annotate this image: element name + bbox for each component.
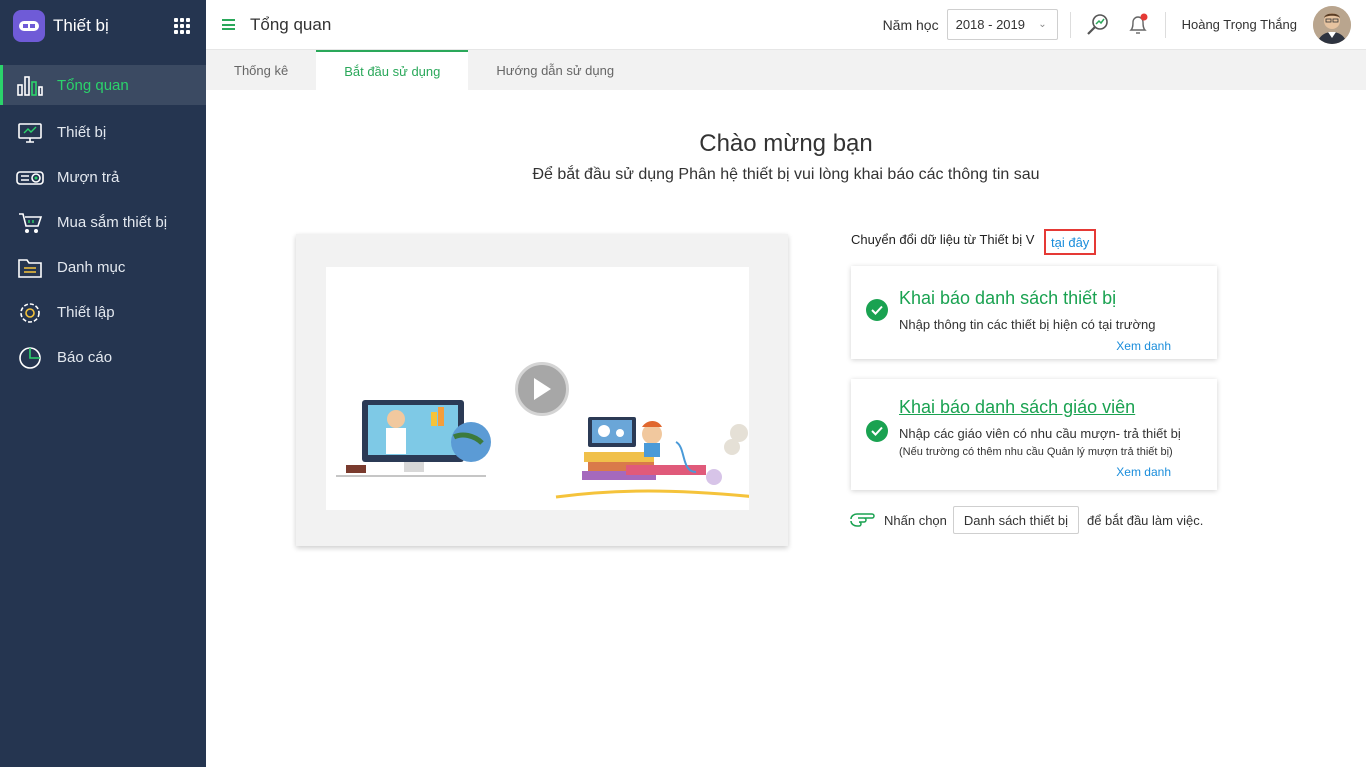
tab-thong-ke[interactable]: Thống kê [206, 50, 316, 90]
teacher-list-view-link[interactable]: Xem danh [1116, 465, 1171, 479]
welcome-subtitle: Để bắt đầu sử dụng Phân hệ thiết bị vui … [532, 166, 1040, 183]
teacher-list-note: (Nếu trường có thêm nhu cầu Quản lý mượn… [899, 446, 1173, 458]
sidebar-item-thiet-lap[interactable]: Thiết lập [0, 290, 206, 335]
year-select-value: 2018 - 2019 [955, 17, 1025, 32]
teacher-list-title[interactable]: Khai báo danh sách giáo viên [899, 397, 1135, 418]
play-button[interactable] [515, 362, 569, 416]
sidebar-item-label: Báo cáo [57, 349, 113, 366]
sidebar-item-mua-sam[interactable]: Mua sắm thiết bị [0, 200, 206, 245]
equipment-list-view-link[interactable]: Xem danh [1116, 339, 1171, 353]
welcome-title: Chào mừng bạn [699, 130, 873, 157]
check-circle-icon [866, 420, 888, 442]
main-content: Chào mừng bạn Để bắt đầu sử dụng Phân hệ… [206, 90, 1366, 767]
divider [1069, 11, 1071, 38]
avatar[interactable] [1313, 5, 1351, 44]
play-icon [534, 378, 551, 400]
sidebar-nav: Tổng quan Thiết bị Mượn trả Mua sắm thiế… [0, 65, 206, 380]
tab-bat-dau-su-dung[interactable]: Bắt đầu sử dụng [316, 50, 469, 90]
hint-suffix: để bắt đầu làm việc. [1086, 512, 1204, 528]
equipment-list-title[interactable]: Khai báo danh sách thiết bị [899, 288, 1116, 309]
sidebar-item-label: Mượn trả [57, 169, 120, 186]
sidebar-item-label: Thiết lập [57, 304, 115, 321]
sidebar-item-label: Thiết bị [57, 124, 107, 141]
equipment-list-card: Khai báo danh sách thiết bị Nhập thông t… [851, 266, 1217, 359]
check-circle-icon [866, 299, 888, 321]
sidebar-item-thiet-bi[interactable]: Thiết bị [0, 110, 206, 155]
search-chart-icon[interactable] [1083, 10, 1113, 40]
pie-chart-icon [16, 345, 44, 371]
user-name[interactable]: Hoàng Trọng Thắng [1182, 17, 1297, 32]
bar-chart-icon [16, 72, 44, 98]
year-label: Năm học [882, 16, 939, 33]
sidebar-item-danh-muc[interactable]: Danh mục [0, 245, 206, 290]
app-logo-icon [13, 10, 45, 42]
bell-icon[interactable] [1123, 10, 1153, 40]
projector-icon [16, 165, 44, 191]
gear-icon [16, 300, 44, 326]
intro-video[interactable] [326, 267, 749, 510]
divider [1164, 11, 1166, 38]
hint-prefix: Nhấn chọn [884, 512, 947, 528]
start-hint: Nhấn chọn Danh sách thiết bị để bắt đầu … [848, 506, 1203, 534]
folder-icon [16, 255, 44, 281]
tab-huong-dan-su-dung[interactable]: Hướng dẫn sử dụng [468, 50, 642, 90]
chevron-down-icon: ⌄ [1038, 19, 1047, 30]
teacher-list-card: Khai báo danh sách giáo viên Nhập các gi… [851, 379, 1217, 490]
sidebar-item-label: Mua sắm thiết bị [57, 214, 168, 231]
page-title: Tổng quan [250, 14, 332, 34]
teacher-list-desc: Nhập các giáo viên có nhu cầu mượn- trả … [899, 426, 1181, 441]
sidebar: Thiết bị Tổng quan Thiết bị Mượn trả Mua… [0, 0, 206, 767]
convert-text: Chuyển đổi dữ liệu từ Thiết bị V [851, 232, 1035, 247]
apps-grid-icon[interactable] [174, 18, 190, 34]
intro-video-card [296, 234, 788, 546]
brand: Thiết bị [0, 0, 206, 52]
convert-link[interactable]: tại đây [1044, 229, 1097, 255]
equipment-list-desc: Nhập thông tin các thiết bị hiện có tại … [899, 317, 1156, 332]
menu-icon[interactable] [222, 19, 235, 30]
top-bar: Tổng quan Năm học 2018 - 2019 ⌄ Hoàng Tr… [206, 0, 1366, 50]
sidebar-item-muon-tra[interactable]: Mượn trả [0, 155, 206, 200]
pointing-hand-icon [850, 513, 875, 527]
sidebar-item-tong-quan[interactable]: Tổng quan [0, 65, 206, 105]
brand-title: Thiết bị [53, 16, 109, 35]
year-select[interactable]: 2018 - 2019 ⌄ [946, 9, 1058, 40]
equipment-list-button[interactable]: Danh sách thiết bị [952, 506, 1079, 534]
tab-bar: Thống kê Bắt đầu sử dụng Hướng dẫn sử dụ… [206, 50, 1366, 90]
monitor-icon [16, 120, 44, 146]
sidebar-item-bao-cao[interactable]: Báo cáo [0, 335, 206, 380]
cart-icon [16, 210, 44, 236]
sidebar-item-label: Tổng quan [57, 76, 129, 94]
sidebar-item-label: Danh mục [57, 259, 126, 276]
